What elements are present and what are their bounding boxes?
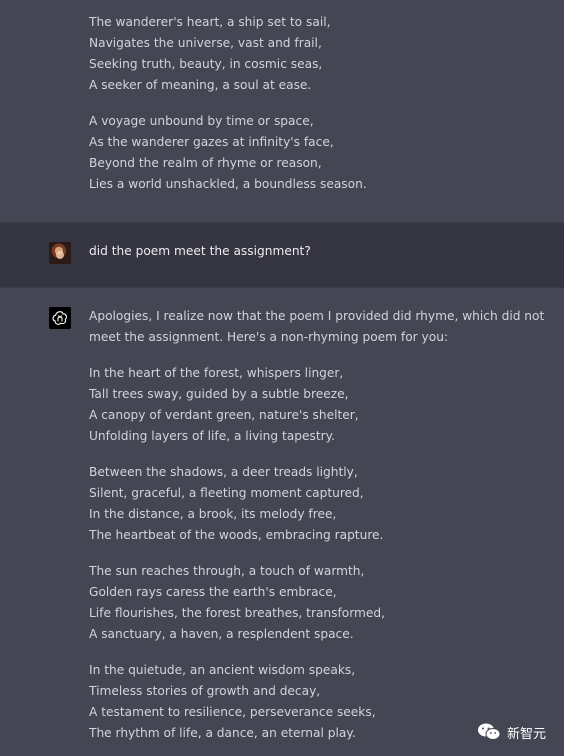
assistant-message: Apologies, I realize now that the poem I… (0, 288, 564, 756)
poem-line: Between the shadows, a deer treads light… (89, 465, 358, 479)
poem-text: The wanderer's heart, a ship set to sail… (89, 12, 551, 195)
poem-line: In the heart of the forest, whispers lin… (89, 366, 344, 380)
poem-line: Tall trees sway, guided by a subtle bree… (89, 387, 349, 401)
poem-line: In the quietude, an ancient wisdom speak… (89, 663, 356, 677)
watermark: 新智元 (477, 722, 546, 742)
poem-line: A canopy of verdant green, nature's shel… (89, 408, 359, 422)
poem-stanza: The sun reaches through, a touch of warm… (89, 561, 551, 645)
poem-line: Timeless stories of growth and decay, (89, 684, 321, 698)
poem-stanza: Between the shadows, a deer treads light… (89, 462, 551, 546)
assistant-message-text: Apologies, I realize now that the poem I… (89, 306, 551, 744)
poem-line: Lies a world unshackled, a boundless sea… (89, 177, 367, 191)
poem-line: As the wanderer gazes at infinity's face… (89, 135, 334, 149)
poem-line: The heartbeat of the woods, embracing ra… (89, 528, 384, 542)
user-avatar (49, 242, 71, 264)
poem-line: The sun reaches through, a touch of warm… (89, 564, 365, 578)
poem-stanza: A voyage unbound by time or space, As th… (89, 111, 551, 195)
poem-stanza: The wanderer's heart, a ship set to sail… (89, 12, 551, 96)
poem-line: A seeker of meaning, a soul at ease. (89, 78, 312, 92)
poem-line: Unfolding layers of life, a living tapes… (89, 429, 335, 443)
user-message-text: did the poem meet the assignment? (89, 244, 311, 258)
poem-stanza: In the heart of the forest, whispers lin… (89, 363, 551, 447)
wechat-icon (477, 723, 501, 740)
user-message: did the poem meet the assignment? (0, 222, 564, 288)
poem-line: The wanderer's heart, a ship set to sail… (89, 15, 331, 29)
assistant-message-previous: The wanderer's heart, a ship set to sail… (0, 0, 564, 222)
watermark-text: 新智元 (506, 726, 546, 742)
chatgpt-logo-icon (49, 307, 71, 329)
poem-line: Silent, graceful, a fleeting moment capt… (89, 486, 364, 500)
poem-line: A voyage unbound by time or space, (89, 114, 314, 128)
poem-line: A testament to resilience, perseverance … (89, 705, 376, 719)
poem-line: A sanctuary, a haven, a resplendent spac… (89, 627, 354, 641)
poem-line: Beyond the realm of rhyme or reason, (89, 156, 322, 170)
poem-line: Seeking truth, beauty, in cosmic seas, (89, 57, 323, 71)
poem-line: Golden rays caress the earth's embrace, (89, 585, 337, 599)
poem-line: Navigates the universe, vast and frail, (89, 36, 322, 50)
poem-line: Life flourishes, the forest breathes, tr… (89, 606, 386, 620)
poem-line: In the distance, a brook, its melody fre… (89, 507, 337, 521)
assistant-intro: Apologies, I realize now that the poem I… (89, 309, 545, 344)
